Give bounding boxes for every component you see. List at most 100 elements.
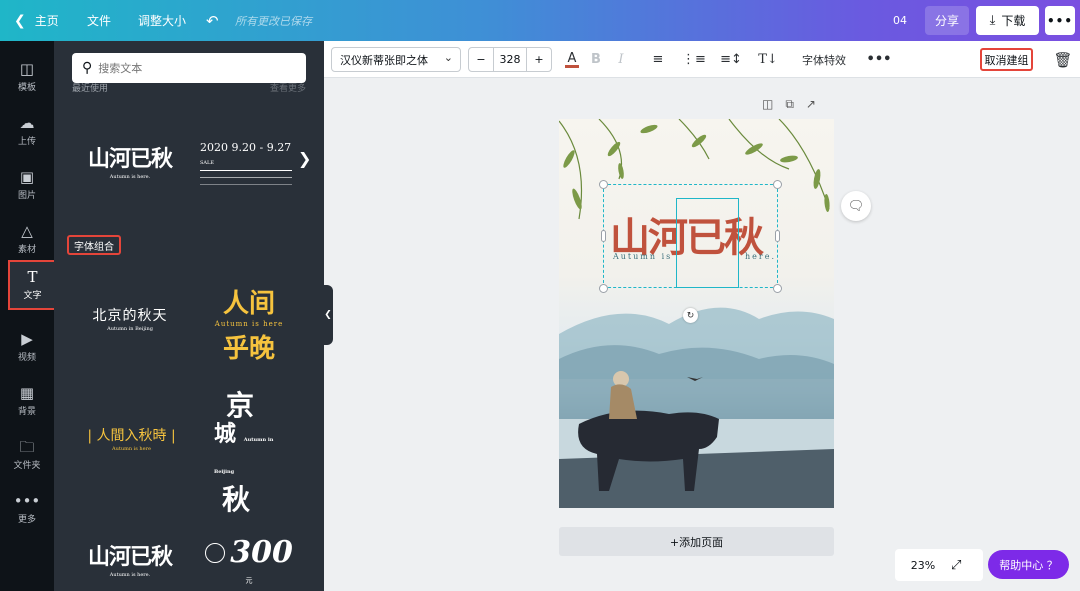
rail-label: 背景 [17,407,36,417]
mountain-near [559,345,834,419]
zoom-control: 23% ⤢ [895,549,983,581]
chevron-right-icon[interactable]: ❯ [298,149,311,168]
duplicate-page-icon[interactable]: ⧉ [785,97,794,112]
text-color-swatch [565,64,579,68]
search-icon: ⚲ [82,60,93,76]
help-center-button[interactable]: 帮助中心 ？ [988,550,1069,579]
home-button[interactable]: ❮ 主页 [14,0,59,41]
font-size-increase-button[interactable]: + [527,48,551,71]
font-family-value: 汉仪新蒂张即之体 [340,53,428,67]
top-bar: ❮ 主页 文件 调整大小 ↶ 所有更改已保存 04 分享 ⤓ 下载 ••• [0,0,1080,41]
side-rail: ◫ 模板 ☁ 上传 ▣ 图片 △ 素材 T 文字 ▶ 视频 ▦ 背景 🗀 文件夹… [0,41,57,591]
font-tile-jingcheng[interactable]: 京 城 Autumn in Beijing 秋 [214,391,284,515]
font-tile-beijing[interactable]: 北京的秋天 Autumn in Beijing [80,305,180,332]
tile-date: 2020 9.20 - 9.27 SALE [200,141,292,166]
tile-subtitle: Autumn is here [112,446,151,452]
font-tile-renjian[interactable]: 人间 Autumn is here 乎晚 [200,283,298,365]
rail-item-upload[interactable]: ☁ 上传 [0,106,54,156]
fullscreen-icon[interactable]: ⤢ [951,558,961,573]
tile-subtitle: Autumn is here. [109,572,151,578]
rail-item-folder[interactable]: 🗀 文件夹 [0,430,54,480]
add-comment-icon[interactable]: 🗨 [841,191,871,221]
collapse-panel-handle[interactable]: ❮ [323,285,333,345]
text-color-button[interactable]: A [562,47,582,72]
resize-handle-bottom-left[interactable] [599,284,608,293]
rail-item-images[interactable]: ▣ 图片 [0,160,54,210]
tile-title: 山河已秋 [87,146,173,172]
rail-label: 视频 [17,353,36,363]
text-effects-button[interactable]: 字体特效 [796,47,852,72]
search-box[interactable]: ⚲ [72,53,306,83]
font-tile-300[interactable]: 300 元 [200,535,298,591]
tile-rule [200,177,292,178]
add-page-icon[interactable]: ↗ [806,97,816,112]
resize-handle-right[interactable] [775,230,780,242]
list-icon[interactable]: ⋮≡ [682,47,706,72]
page-count: 04 [893,14,907,27]
resize-handle-bottom-right[interactable] [773,284,782,293]
note-icon[interactable]: ◫ [762,97,773,112]
recent-label: 最近使用 [72,84,109,94]
zoom-level[interactable]: 23% [895,559,951,572]
tile-char-2: 城 Autumn in Beijing [214,421,274,475]
add-page-button[interactable]: +添加页面 [559,527,834,556]
resize-menu[interactable]: 调整大小 [138,0,186,41]
font-tile-sale[interactable]: 2020 9.20 - 9.27 SALE [200,141,298,185]
font-family-dropdown[interactable]: 汉仪新蒂张即之体 ⌄ [331,47,461,72]
tile-rule [200,170,292,171]
rail-item-text[interactable]: T 文字 [8,260,57,310]
home-label: 主页 [34,14,59,28]
bold-button[interactable]: B [587,47,605,72]
font-size-stepper: − 328 + [468,47,552,72]
text-direction-icon[interactable]: T↓ [756,47,780,72]
text-panel: ⚲ 最近使用 查看更多 山河已秋 Autumn is here. 2020 9.… [54,41,324,591]
tile-title: 人间 [222,289,275,319]
rail-item-background[interactable]: ▦ 背景 [0,376,54,426]
elements-icon: △ [21,222,33,240]
tile-rule [200,184,292,185]
rail-label: 文件夹 [13,461,41,471]
video-icon: ▶ [21,330,33,348]
folder-icon: 🗀 [19,438,35,456]
share-button[interactable]: 分享 [925,6,969,35]
see-all-link[interactable]: 查看更多 [270,81,306,94]
rail-item-video[interactable]: ▶ 视频 [0,322,54,372]
font-size-decrease-button[interactable]: − [469,48,493,71]
italic-button[interactable]: I [612,47,630,72]
chevron-down-icon: ⌄ [443,51,453,64]
more-icon: ••• [13,492,41,510]
resize-handle-top-right[interactable] [773,180,782,189]
download-button[interactable]: ⤓ 下载 [976,6,1039,35]
more-options-button[interactable]: ••• [1045,6,1075,35]
tile-title: 北京的秋天 [92,308,168,324]
rail-item-templates[interactable]: ◫ 模板 [0,52,54,102]
ungroup-button[interactable]: 取消建组 [980,48,1033,71]
upload-icon: ☁ [19,114,35,132]
font-size-input[interactable]: 328 [493,48,527,71]
page-actions: ◫ ⧉ ↗ [762,97,816,112]
undo-icon[interactable]: ↶ [206,0,219,41]
font-tile-shanhe-recent[interactable]: 山河已秋 Autumn is here. [80,141,180,180]
rail-label: 图片 [17,191,36,201]
more-tools-button[interactable]: ••• [867,47,892,72]
tile-subtitle: Autumn is here [214,320,284,328]
resize-handle-left[interactable] [601,230,606,242]
font-tile-renjian-ruqiu[interactable]: | 人間入秋時 | Autumn is here [74,425,189,452]
search-input[interactable] [98,61,289,75]
font-tile-shanhe[interactable]: 山河已秋 Autumn is here. [80,539,180,578]
file-menu[interactable]: 文件 [87,0,111,41]
resize-handle-top-left[interactable] [599,180,608,189]
rail-label: 文字 [23,291,42,301]
rotate-icon[interactable]: ↻ [683,308,698,323]
rail-label: 上传 [17,137,36,147]
save-status: 所有更改已保存 [235,14,312,28]
text-toolbar: 汉仪新蒂张即之体 ⌄ − 328 + A B I ≡ ⋮≡ ≡↕ T↓ 字体特效… [324,41,1080,78]
price-seal [205,542,226,563]
tile-unit: 元 [245,576,253,585]
rail-item-elements[interactable]: △ 素材 [0,214,54,264]
trash-icon[interactable]: 🗑 [1052,47,1074,72]
selected-element-frame[interactable] [676,198,739,288]
line-spacing-icon[interactable]: ≡↕ [719,47,743,72]
rail-item-more[interactable]: ••• 更多 [0,484,54,534]
align-center-icon[interactable]: ≡ [648,47,668,72]
